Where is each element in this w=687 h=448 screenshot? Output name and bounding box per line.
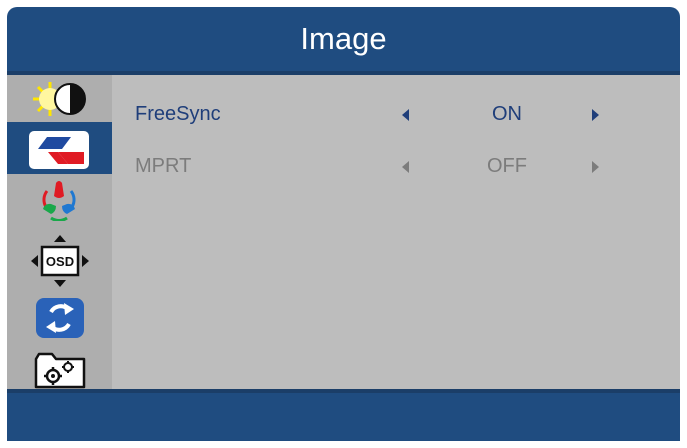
osd-position-icon[interactable]: OSD bbox=[29, 233, 91, 289]
mprt-label: MPRT bbox=[135, 155, 192, 177]
mprt-right-arrow-icon bbox=[592, 161, 599, 173]
menu-row-mprt: MPRT OFF bbox=[112, 147, 680, 187]
freesync-left-arrow-icon[interactable] bbox=[402, 109, 409, 121]
mprt-left-arrow-icon bbox=[402, 161, 409, 173]
reset-icon[interactable] bbox=[35, 297, 85, 339]
freesync-right-arrow-icon[interactable] bbox=[592, 109, 599, 121]
mprt-value: OFF bbox=[487, 155, 527, 177]
footer-bar bbox=[7, 393, 680, 441]
brightness-contrast-icon[interactable] bbox=[32, 81, 92, 117]
osd-icon-text: OSD bbox=[46, 254, 74, 269]
sidebar: OSD bbox=[7, 75, 112, 389]
osd-window: Image OSD FreeSync ON MPRT OFF bbox=[7, 7, 680, 441]
freesync-value[interactable]: ON bbox=[452, 103, 562, 126]
image-icon[interactable] bbox=[28, 130, 90, 170]
menu-row-freesync[interactable]: FreeSync ON bbox=[112, 95, 680, 135]
color-icon[interactable] bbox=[39, 179, 79, 221]
page-title: Image bbox=[300, 21, 387, 56]
menu-panel: FreeSync ON MPRT OFF bbox=[112, 75, 680, 389]
settings-icon[interactable] bbox=[34, 351, 86, 389]
freesync-label: FreeSync bbox=[135, 103, 221, 125]
